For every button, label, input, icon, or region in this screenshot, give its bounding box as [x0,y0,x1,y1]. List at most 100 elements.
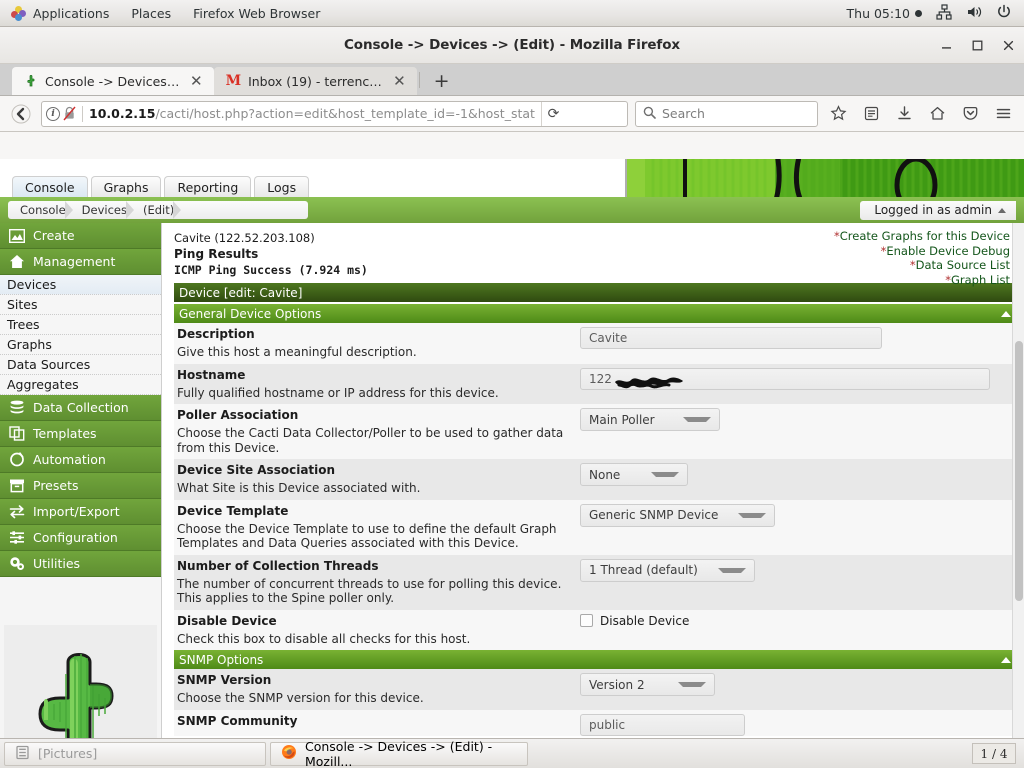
field-row-snmp-version: SNMP Version Choose the SNMP version for… [174,669,1018,710]
url-separator [82,106,83,122]
field-right-collection-threads: 1 Thread (default) [580,555,1018,582]
pocket-icon[interactable] [957,101,983,127]
breadcrumb-item-console[interactable]: Console [10,203,72,217]
sidebar-item-import-export-label: Import/Export [33,504,120,519]
breadcrumb-item-edit[interactable]: (Edit) [133,203,180,217]
sidebar-item-utilities[interactable]: Utilities [0,551,161,577]
reload-button-icon[interactable]: ⟳ [541,102,565,126]
chevron-up-icon[interactable] [1001,311,1011,317]
desc-poller-association: Choose the Cacti Data Collector/Poller t… [177,426,574,455]
logged-in-menu[interactable]: Logged in as admin [860,201,1016,220]
field-row-snmp-community: SNMP Community public [174,710,1018,736]
sidebar-item-aggregates[interactable]: Aggregates [0,375,161,395]
cactus-logo-image [4,625,157,738]
browser-tab-0[interactable]: Console -> Devices -... ✕ [12,67,214,95]
sidebar-item-graphs[interactable]: Graphs [0,335,161,355]
reader-icon[interactable] [858,101,884,127]
tab-reporting[interactable]: Reporting [164,176,251,197]
maximize-icon[interactable] [970,38,985,53]
section-header-snmp-options[interactable]: SNMP Options [174,650,1018,669]
tab-separator [419,72,420,88]
device-template-select[interactable]: Generic SNMP Device [580,504,775,527]
field-right-disable-device: Disable Device [580,610,1018,628]
hostname-value: 122 [589,372,612,386]
sidebar-item-data-collection-label: Data Collection [33,400,129,415]
link-data-source-list[interactable]: *Data Source List [834,258,1010,273]
breadcrumb-item-devices[interactable]: Devices [72,203,133,217]
new-tab-button[interactable]: + [422,67,462,95]
search-bar[interactable]: Search [635,101,818,127]
page-scrollbar[interactable] [1012,223,1024,738]
page-info-icon[interactable]: i [46,107,60,121]
tab-close-icon-0[interactable]: ✕ [187,74,206,89]
sidebar-item-data-collection[interactable]: Data Collection [0,395,161,421]
link-create-graphs[interactable]: *Create Graphs for this Device [834,229,1010,244]
sidebar-item-configuration[interactable]: Configuration [0,525,161,551]
hostname-input[interactable]: 122 [580,368,990,390]
sidebar-item-devices[interactable]: Devices [0,275,161,295]
section-header-general-device-options[interactable]: General Device Options [174,304,1018,323]
sidebar-item-import-export[interactable]: Import/Export [0,499,161,525]
sidebar-item-create[interactable]: Create [0,223,161,249]
workspace-switcher[interactable]: 1 / 4 [972,743,1016,764]
tab-console[interactable]: Console [12,176,88,197]
disable-device-checkbox-label: Disable Device [600,614,689,628]
places-menu[interactable]: Places [120,0,182,27]
sidebar-item-management[interactable]: Management [0,249,161,275]
close-icon[interactable] [1001,38,1016,53]
home-icon[interactable] [924,101,950,127]
section-header-snmp-options-label: SNMP Options [179,653,263,667]
sidebar-item-data-sources[interactable]: Data Sources [0,355,161,375]
sidebar-item-sites[interactable]: Sites [0,295,161,315]
disable-device-checkbox-row[interactable]: Disable Device [580,614,1018,628]
browser-tab-1[interactable]: M Inbox (19) - terrence.... ✕ [214,67,417,95]
applications-menu[interactable]: Applications [0,0,120,27]
link-graph-list[interactable]: *Graph List [834,273,1010,288]
desc-description: Give this host a meaningful description. [177,345,574,360]
sidebar-item-presets[interactable]: Presets [0,473,161,499]
snmp-community-input[interactable]: public [580,714,745,736]
menu-icon[interactable] [990,101,1016,127]
home-icon [8,253,25,270]
link-create-graphs-label: Create Graphs for this Device [840,229,1010,243]
tab-logs[interactable]: Logs [254,176,309,197]
sidebar-item-automation[interactable]: Automation [0,447,161,473]
link-enable-device-debug[interactable]: *Enable Device Debug [834,244,1010,259]
site-identity[interactable]: i [46,106,76,121]
field-right-device-template: Generic SNMP Device [580,500,1018,527]
cactus-favicon [24,74,38,88]
bookmark-star-icon[interactable] [825,101,851,127]
firefox-menu[interactable]: Firefox Web Browser [182,0,331,27]
sidebar-item-templates[interactable]: Templates [0,421,161,447]
disable-device-checkbox[interactable] [580,614,593,627]
tab-console-label: Console [25,180,75,195]
tab-graphs[interactable]: Graphs [91,176,162,197]
minimize-icon[interactable] [939,38,954,53]
network-icon[interactable] [936,4,952,23]
collection-threads-select[interactable]: 1 Thread (default) [580,559,755,582]
power-icon[interactable] [996,4,1012,23]
sidebar-item-trees[interactable]: Trees [0,315,161,335]
sidebar-item-management-label: Management [33,254,115,269]
downloads-icon[interactable] [891,101,917,127]
cacti-banner: Console Graphs Reporting Logs [0,159,1024,197]
taskbar-item-firefox[interactable]: Console -> Devices -> (Edit) - Mozill... [270,742,528,766]
back-button-icon[interactable] [8,101,34,127]
device-site-association-value: None [589,468,620,482]
device-site-association-select[interactable]: None [580,463,688,486]
page-scrollbar-thumb[interactable] [1015,341,1023,601]
field-left-poller-association: Poller Association Choose the Cacti Data… [174,404,580,459]
desc-hostname: Fully qualified hostname or IP address f… [177,386,574,401]
snmp-version-select[interactable]: Version 2 [580,673,715,696]
device-action-links: *Create Graphs for this Device *Enable D… [834,229,1010,287]
cacti-logo-banner-image [625,159,1024,197]
poller-association-select[interactable]: Main Poller [580,408,720,431]
clock[interactable]: Thu 05:10 [847,6,922,21]
url-bar[interactable]: i 10.0.2.15/cacti/host.php?action=edit&h… [41,101,628,127]
description-input[interactable]: Cavite [580,327,882,349]
chevron-up-icon[interactable] [1001,657,1011,663]
tab-close-icon-1[interactable]: ✕ [390,74,409,89]
taskbar-item-pictures[interactable]: [Pictures] [4,742,266,766]
redaction-scribble [613,373,685,386]
volume-icon[interactable] [966,4,982,23]
